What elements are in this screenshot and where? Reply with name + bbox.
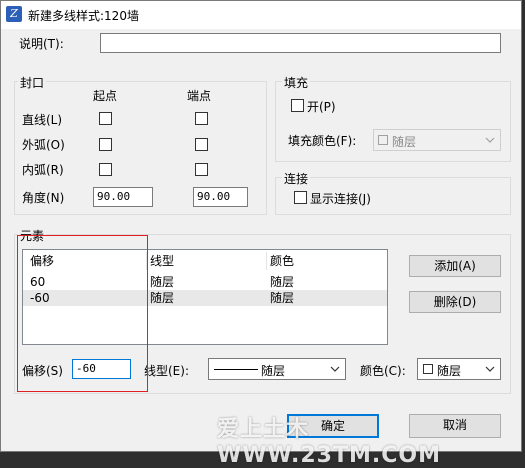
- multiline-style-dialog: Z 新建多线样式:120墙 说明(T): 封口 起点 端点 直线(L) 外弧(O…: [0, 0, 522, 468]
- delete-element-button[interactable]: 删除(D): [409, 291, 501, 313]
- fill-color-select[interactable]: 随层: [373, 129, 501, 151]
- chevron-down-icon: [485, 137, 495, 143]
- caps-outer-arc-start-checkbox[interactable]: [99, 138, 112, 151]
- description-input[interactable]: [100, 33, 501, 53]
- caps-line-start-checkbox[interactable]: [99, 112, 112, 125]
- caps-line-label: 直线(L): [22, 113, 63, 127]
- add-element-button[interactable]: 添加(A): [409, 255, 501, 277]
- linetype-select[interactable]: 随层: [208, 358, 346, 380]
- row-linetype: 随层: [150, 275, 175, 289]
- caps-inner-arc-end-checkbox[interactable]: [195, 163, 208, 176]
- chevron-down-icon: [330, 366, 340, 372]
- fill-group-label: 填充: [282, 74, 311, 91]
- color-label: 颜色(C):: [360, 364, 406, 378]
- caps-line-end-checkbox[interactable]: [195, 112, 208, 125]
- color-swatch: [423, 364, 433, 374]
- fill-color-label: 填充颜色(F):: [288, 134, 357, 148]
- line-sample: [214, 369, 258, 370]
- linetype-value: 随层: [261, 364, 286, 378]
- linetype-label: 线型(E):: [144, 364, 189, 378]
- caps-outer-arc-end-checkbox[interactable]: [195, 138, 208, 151]
- watermark: 爱上土木WWW.23TM.COM: [217, 417, 441, 468]
- app-icon: Z: [6, 6, 22, 22]
- chevron-down-icon: [485, 366, 495, 372]
- show-connect-checkbox[interactable]: [294, 191, 307, 204]
- fill-on-checkbox[interactable]: [291, 99, 304, 112]
- highlight-box: [17, 235, 148, 392]
- caps-inner-arc-label: 内弧(R): [22, 163, 64, 177]
- caps-group-label: 封口: [18, 74, 47, 91]
- fill-color-value: 随层: [392, 135, 417, 149]
- description-label: 说明(T):: [19, 37, 64, 51]
- caps-angle-end-input[interactable]: 90.00: [193, 187, 248, 207]
- caps-angle-label: 角度(N): [22, 191, 65, 205]
- fill-color-swatch: [378, 135, 388, 145]
- fill-on-label: 开(P): [307, 100, 336, 114]
- column-header-linetype[interactable]: 线型: [150, 253, 174, 269]
- window-title: 新建多线样式:120墙: [28, 9, 139, 23]
- caps-outer-arc-label: 外弧(O): [22, 138, 65, 152]
- connect-group-label: 连接: [282, 170, 311, 187]
- color-select[interactable]: 随层: [417, 358, 501, 380]
- caps-end-header: 端点: [187, 89, 212, 103]
- caps-inner-arc-start-checkbox[interactable]: [99, 163, 112, 176]
- row-color: 随层: [270, 275, 295, 289]
- title-bar: Z 新建多线样式:120墙: [1, 1, 521, 29]
- caps-start-header: 起点: [93, 89, 118, 103]
- color-value: 随层: [437, 364, 462, 378]
- caps-angle-start-input[interactable]: 90.00: [93, 187, 153, 207]
- row-linetype: 随层: [150, 291, 175, 305]
- column-header-color[interactable]: 颜色: [270, 253, 294, 269]
- show-connect-label: 显示连接(J): [310, 192, 371, 206]
- row-color: 随层: [270, 291, 295, 305]
